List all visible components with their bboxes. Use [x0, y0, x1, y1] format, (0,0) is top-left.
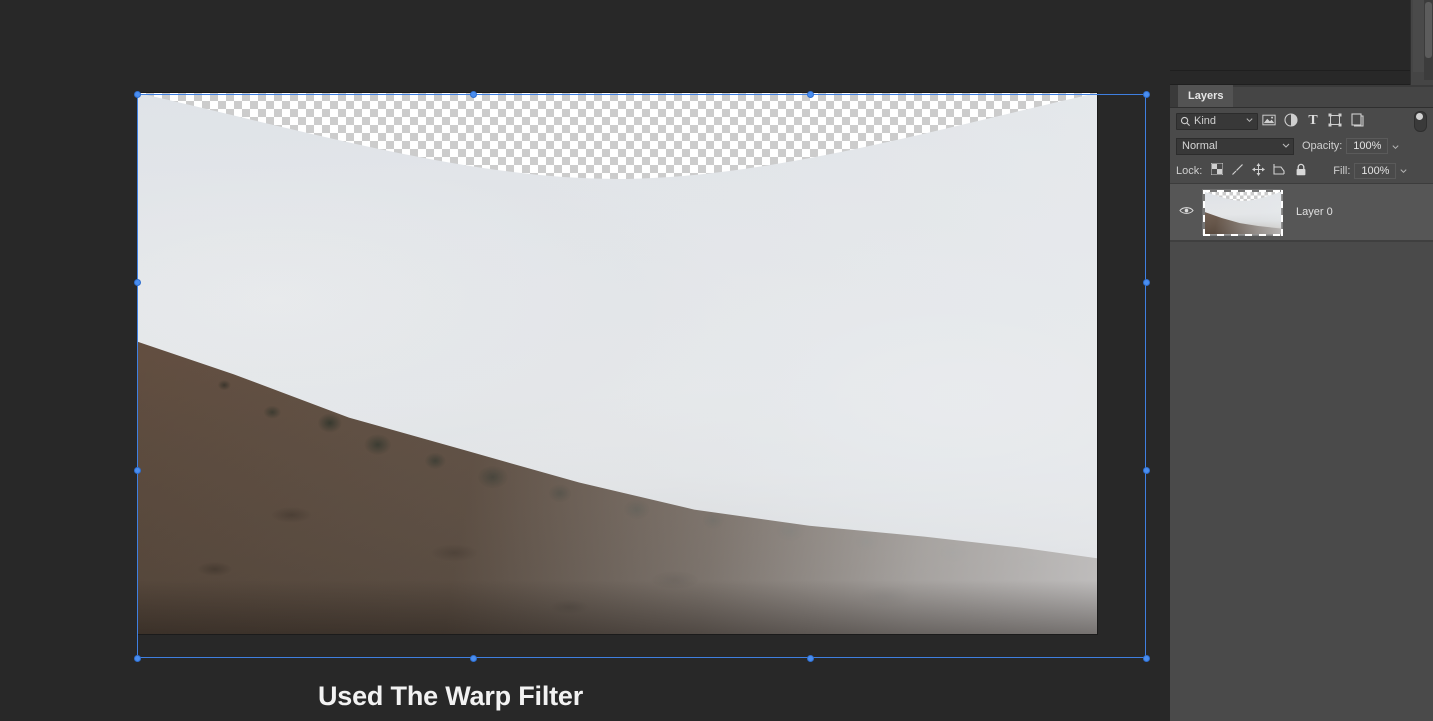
filter-adjustment-layers-button[interactable] [1280, 111, 1302, 131]
filter-shape-layers-button[interactable] [1324, 111, 1346, 131]
lock-row: Lock: Fill: 100% [1170, 158, 1433, 184]
thumbnail-photo [1205, 192, 1281, 234]
image-icon [1262, 114, 1276, 129]
move-arrows-icon [1252, 162, 1266, 179]
filter-type-layers-button[interactable]: T [1302, 111, 1324, 131]
warped-image-layer [138, 93, 1097, 634]
layer-list-empty-area[interactable] [1170, 250, 1433, 610]
opacity-value-field[interactable]: 100% [1346, 138, 1389, 154]
layer-thumbnail[interactable] [1202, 189, 1283, 236]
text-icon: T [1308, 113, 1318, 128]
lock-label: Lock: [1176, 164, 1203, 177]
opacity-label: Opacity: [1302, 140, 1343, 152]
tab-layers[interactable]: Layers [1178, 85, 1234, 107]
transform-handle[interactable] [470, 655, 477, 662]
vertical-scrollbar[interactable] [1424, 0, 1433, 80]
lock-position-button[interactable] [1248, 162, 1269, 180]
layers-panel: Layers Kind T Normal Opacity: 100% Lock:… [1170, 85, 1433, 721]
artboard-icon [1273, 163, 1286, 179]
layer-list-separator [1170, 241, 1433, 250]
shape-icon [1328, 113, 1342, 130]
lock-image-pixels-button[interactable] [1227, 162, 1248, 180]
layer-name-label[interactable]: Layer 0 [1296, 206, 1333, 218]
layer-thumbnail-image [1205, 192, 1281, 234]
layer-filter-kind-select[interactable]: Kind [1176, 112, 1258, 130]
transform-handle[interactable] [134, 655, 141, 662]
thumbnail-haze [1205, 192, 1281, 234]
panel-tab-empty-area [1230, 87, 1433, 107]
canvas-area[interactable]: Used The Warp Filter [0, 0, 1170, 721]
layer-filter-kind-label: Kind [1194, 115, 1217, 127]
fill-value-field[interactable]: 100% [1354, 162, 1397, 179]
scrollbar-thumb[interactable] [1425, 2, 1432, 58]
transform-handle[interactable] [807, 655, 814, 662]
photo-ridge-haze [138, 93, 1097, 634]
layer-list[interactable]: Layer 0 [1170, 184, 1433, 610]
transform-handle[interactable] [1143, 467, 1150, 474]
fill-label: Fill: [1333, 164, 1351, 177]
checkerboard-icon [1210, 162, 1224, 178]
search-icon [1180, 116, 1191, 127]
chevron-down-icon [1245, 115, 1254, 127]
photo-bottom-shadow [138, 580, 1097, 634]
smart-object-icon [1350, 112, 1364, 130]
document-artboard[interactable] [138, 93, 1097, 634]
blend-mode-row: Normal Opacity: 100% [1170, 134, 1433, 158]
fill-stepper[interactable] [1396, 163, 1411, 179]
layer-filter-row: Kind T [1170, 108, 1433, 134]
filter-smart-objects-button[interactable] [1346, 111, 1368, 131]
layer-visibility-toggle[interactable] [1170, 184, 1202, 240]
opacity-stepper[interactable] [1388, 138, 1403, 154]
transform-handle[interactable] [1143, 91, 1150, 98]
panel-tab-bar: Layers [1170, 85, 1433, 108]
photoshop-window: Used The Warp Filter Layers Kind T Norma… [0, 0, 1433, 721]
lock-transparent-pixels-button[interactable] [1206, 162, 1227, 180]
caption-text: Used The Warp Filter [318, 681, 584, 711]
chevron-down-icon [1281, 140, 1291, 153]
lock-icon [1295, 163, 1307, 179]
adjustment-icon [1284, 112, 1298, 130]
transform-handle[interactable] [1143, 655, 1150, 662]
transform-handle[interactable] [1143, 279, 1150, 286]
filter-enable-toggle[interactable] [1414, 111, 1427, 132]
layer-row[interactable]: Layer 0 [1170, 184, 1433, 241]
blend-mode-select[interactable]: Normal [1176, 137, 1294, 155]
blend-mode-value: Normal [1182, 140, 1218, 152]
filter-pixel-layers-button[interactable] [1258, 111, 1280, 131]
top-toolbar-strip [1170, 0, 1410, 85]
lock-artboard-nesting-button[interactable] [1269, 162, 1290, 180]
eye-icon [1178, 205, 1194, 219]
lock-all-button[interactable] [1290, 162, 1311, 180]
brush-icon [1231, 163, 1244, 179]
